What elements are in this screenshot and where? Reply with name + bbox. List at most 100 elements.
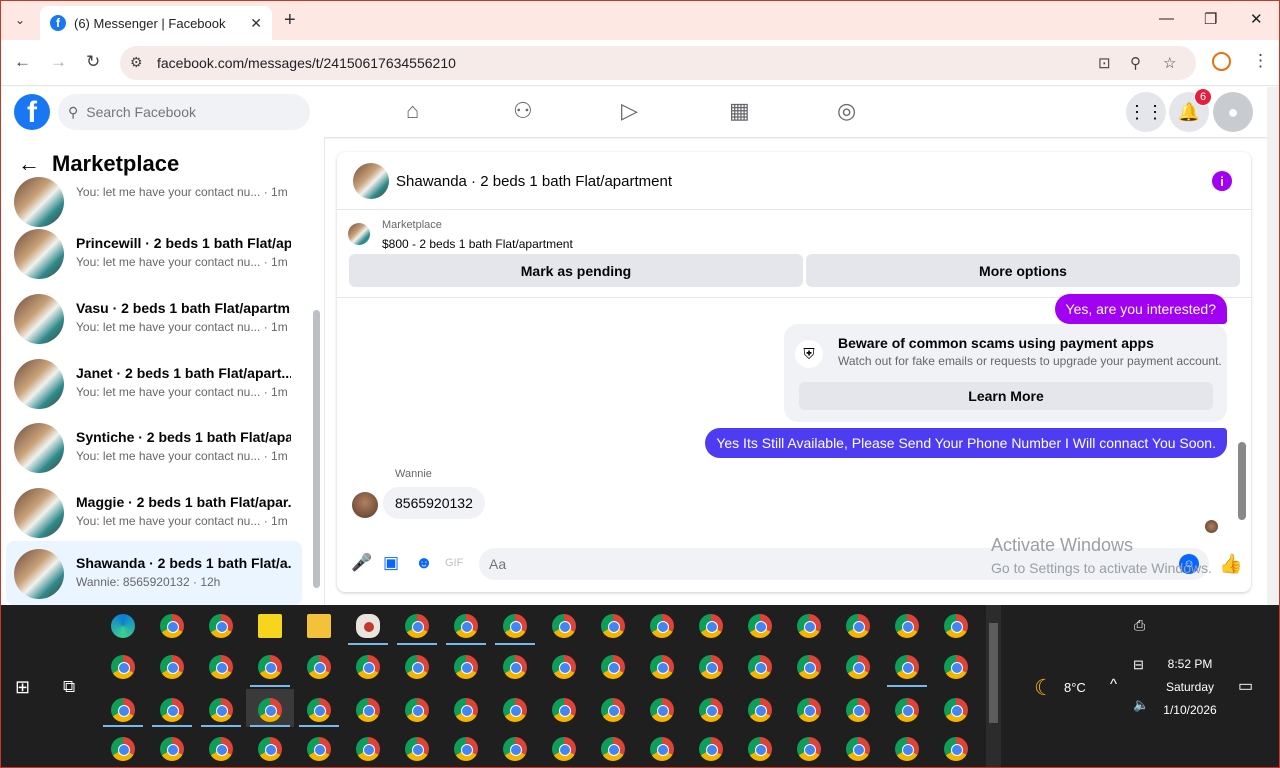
sidebar-scrollbar[interactable] (313, 310, 320, 588)
site-info-icon[interactable]: ⚙ (130, 54, 143, 71)
chrome-icon[interactable] (601, 698, 625, 722)
chrome-icon[interactable] (944, 614, 968, 638)
learn-more-button[interactable]: Learn More (799, 382, 1213, 410)
chrome-icon[interactable] (797, 698, 821, 722)
microphone-icon[interactable]: 🎤 (351, 553, 372, 573)
edge-icon[interactable] (111, 614, 135, 638)
chat-avatar[interactable] (353, 163, 389, 199)
chrome-icon[interactable] (797, 614, 821, 638)
weather-moon-icon[interactable]: ☾ (1034, 675, 1054, 701)
chrome-icon[interactable] (552, 655, 576, 679)
chrome-icon[interactable] (307, 698, 331, 722)
chrome-icon[interactable] (601, 737, 625, 761)
chrome-icon[interactable] (454, 655, 478, 679)
chat-title[interactable]: Shawanda · 2 beds 1 bath Flat/apartment (396, 173, 672, 190)
chrome-icon[interactable] (405, 655, 429, 679)
chrome-icon[interactable] (846, 698, 870, 722)
incoming-message[interactable]: 8565920132 (383, 487, 485, 519)
chrome-icon[interactable] (356, 655, 380, 679)
chrome-icon[interactable] (503, 614, 527, 638)
chrome-icon[interactable] (699, 737, 723, 761)
chrome-icon[interactable] (209, 737, 233, 761)
chrome-icon[interactable] (699, 614, 723, 638)
message-input[interactable] (489, 556, 1149, 572)
chrome-icon[interactable] (503, 737, 527, 761)
back-button[interactable]: ← (14, 52, 31, 72)
chrome-icon[interactable] (209, 655, 233, 679)
search-input[interactable] (86, 104, 287, 120)
chrome-icon[interactable] (895, 698, 919, 722)
task-view-icon[interactable]: ⧉ (63, 677, 75, 697)
conversation-item[interactable]: Janet · 2 beds 1 bath Flat/apart... You:… (6, 351, 302, 415)
photo-icon[interactable]: ▣ (383, 553, 399, 573)
volume-icon[interactable]: 🔈 (1133, 697, 1149, 713)
close-tab-icon[interactable]: ✕ (250, 15, 262, 32)
chrome-icon[interactable] (601, 655, 625, 679)
sender-avatar[interactable] (352, 492, 378, 518)
chrome-icon[interactable] (356, 698, 380, 722)
zoom-icon[interactable]: ⚲ (1130, 54, 1141, 72)
reload-button[interactable]: ↻ (86, 52, 100, 72)
chrome-icon[interactable] (111, 655, 135, 679)
chrome-icon[interactable] (552, 698, 576, 722)
chrome-icon[interactable] (454, 614, 478, 638)
chrome-icon[interactable] (209, 614, 233, 638)
home-icon[interactable]: ⌂ (406, 98, 419, 124)
chrome-icon[interactable] (797, 655, 821, 679)
tray-chevron-icon[interactable]: ^ (1110, 676, 1117, 693)
outgoing-message[interactable]: Yes, are you interested? (1054, 294, 1227, 324)
chrome-icon[interactable] (944, 737, 968, 761)
address-bar[interactable]: ⚙ facebook.com/messages/t/24150617634556… (120, 46, 1196, 80)
chrome-icon[interactable] (405, 698, 429, 722)
conversation-item[interactable]: Maggie · 2 beds 1 bath Flat/apar... You:… (6, 480, 302, 544)
message-input-box[interactable]: ☺ (479, 548, 1209, 580)
windows-start-icon[interactable]: ⊞ (15, 677, 30, 698)
conversation-item-active[interactable]: Shawanda · 2 beds 1 bath Flat/a... Wanni… (6, 541, 302, 605)
tab-search-button[interactable]: ⌄ (8, 8, 32, 32)
chrome-icon[interactable] (160, 698, 184, 722)
clock-time[interactable]: 8:52 PM (1160, 657, 1220, 671)
chrome-icon[interactable] (160, 737, 184, 761)
chrome-icon[interactable] (160, 655, 184, 679)
chrome-icon[interactable] (552, 614, 576, 638)
listing-price[interactable]: $800 - 2 beds 1 bath Flat/apartment (382, 237, 573, 251)
install-app-icon[interactable]: ⊡ (1098, 54, 1111, 72)
page-scrollbar[interactable] (1267, 87, 1280, 605)
chrome-icon[interactable] (111, 737, 135, 761)
marketplace-icon[interactable]: ▦ (729, 98, 750, 124)
info-icon[interactable]: i (1212, 171, 1232, 191)
restore-button[interactable]: ❐ (1204, 10, 1217, 28)
chrome-icon[interactable] (405, 737, 429, 761)
chrome-icon[interactable] (944, 655, 968, 679)
facebook-logo-icon[interactable]: f (14, 94, 50, 130)
chrome-icon[interactable] (846, 614, 870, 638)
chrome-icon[interactable] (748, 614, 772, 638)
chrome-icon[interactable] (307, 737, 331, 761)
chrome-icon[interactable] (307, 655, 331, 679)
close-window-button[interactable]: ✕ (1250, 10, 1263, 28)
minimize-button[interactable]: — (1159, 10, 1174, 27)
conversation-item[interactable]: Princewill · 2 beds 1 bath Flat/ap... Yo… (6, 221, 302, 285)
meet-now-icon[interactable]: ⎙ (1134, 617, 1145, 634)
account-avatar[interactable]: ● (1213, 92, 1253, 132)
profile-icon[interactable] (1212, 52, 1231, 71)
chrome-icon[interactable] (454, 698, 478, 722)
network-icon[interactable]: ⊟ (1133, 657, 1144, 673)
weather-temperature[interactable]: 8°C (1064, 680, 1086, 695)
conversation-item[interactable]: Syntiche · 2 beds 1 bath Flat/apa... You… (6, 415, 302, 479)
chrome-icon[interactable] (895, 737, 919, 761)
chrome-icon[interactable] (552, 737, 576, 761)
chrome-icon[interactable] (944, 698, 968, 722)
emoji-icon[interactable]: ☺ (1179, 554, 1199, 574)
chrome-icon[interactable] (258, 698, 282, 722)
taskbar-scroll-thumb[interactable] (989, 623, 998, 723)
chrome-icon[interactable] (258, 737, 282, 761)
gif-icon[interactable]: GIF (445, 557, 463, 569)
outgoing-message[interactable]: Yes Its Still Available, Please Send You… (705, 428, 1227, 458)
sticky-notes-icon[interactable] (258, 614, 282, 638)
forward-button[interactable]: → (50, 52, 67, 72)
browser-menu-icon[interactable]: ⋮ (1252, 51, 1269, 71)
file-explorer-icon[interactable] (307, 614, 331, 638)
chrome-icon[interactable] (454, 737, 478, 761)
chrome-icon[interactable] (748, 655, 772, 679)
